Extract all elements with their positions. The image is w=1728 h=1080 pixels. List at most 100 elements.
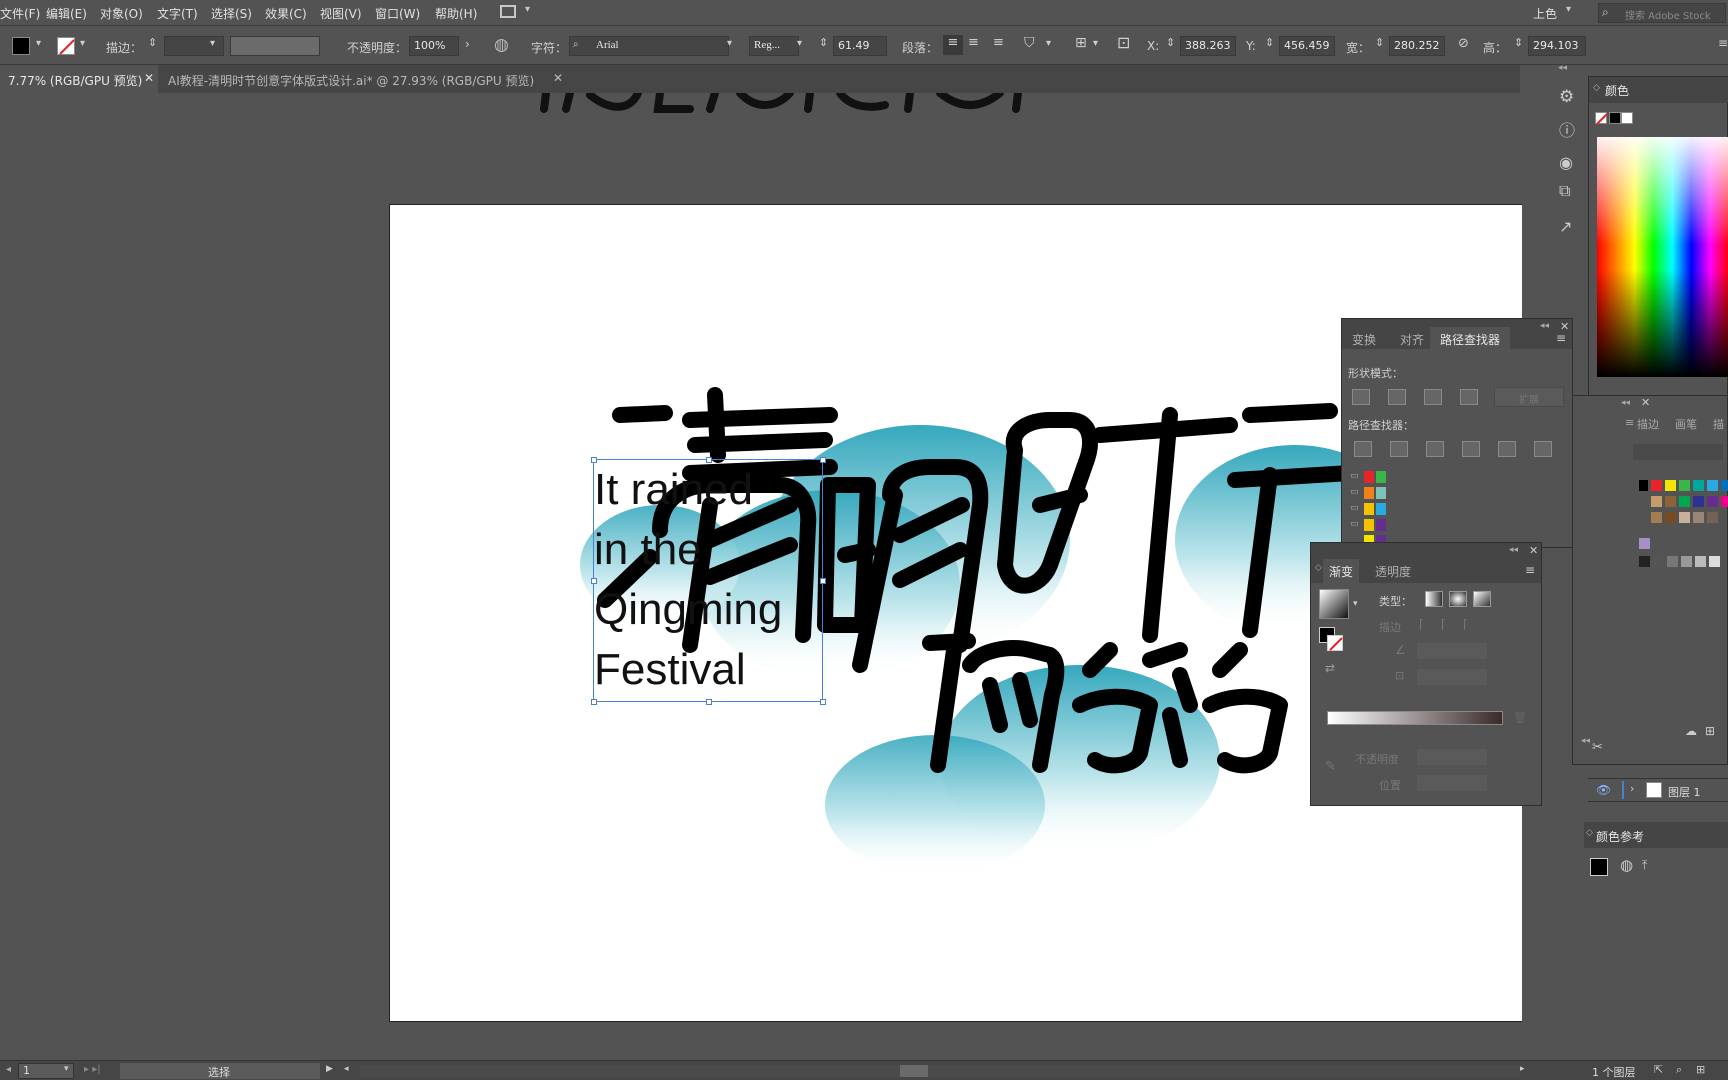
eyedropper-icon[interactable]: ✎ [1325,759,1336,774]
swatch-options-icon[interactable]: ⊞ [1705,724,1715,738]
collapse-icon[interactable]: ◂◂ [1509,545,1518,555]
location-field[interactable] [1417,775,1487,791]
x-field[interactable]: 388.263 [1180,36,1236,56]
outline-button[interactable] [1498,441,1516,457]
menu-file[interactable]: 文件(F) [0,5,40,22]
menu-view[interactable]: 视图(V) [320,5,362,22]
chevron-down-icon[interactable]: ▾ [525,4,530,15]
menu-type[interactable]: 文字(T) [157,5,198,22]
asset-export-icon[interactable]: ⧉ [1559,181,1570,201]
stepper-icon[interactable]: ⇕ [819,36,828,49]
tab-transparency[interactable]: 透明度 [1367,559,1419,583]
stock-search-field[interactable]: ⌕ 搜索 Adobe Stock [1598,3,1726,23]
panel-options-icon[interactable]: ◇ [1315,563,1322,573]
panel-menu-icon[interactable]: ≡ [1718,36,1728,50]
tab-symbols[interactable]: 描边 [1637,416,1659,432]
stepper-icon[interactable]: ⇕ [1166,36,1175,49]
stroke-along-icon[interactable]: ⌈ [1441,617,1446,631]
height-field[interactable]: 294.103 [1528,36,1586,56]
appearance-icon[interactable]: ◉ [1559,153,1573,172]
gradient-preview[interactable] [1319,589,1349,619]
white-swatch[interactable] [1621,112,1633,124]
menu-help[interactable]: 帮助(H) [435,5,477,22]
selection-handle[interactable] [706,699,712,705]
shape-builder-icon[interactable]: ⛉ [1024,35,1035,51]
canvas-area[interactable]: It rained in the Qingming Festival ▲ ▼ [0,93,1522,1063]
freeform-gradient-button[interactable] [1473,591,1491,607]
tab-document-1[interactable]: 7.77% (RGB/GPU 预览) ✕ [0,65,158,93]
prev-artboard-icon[interactable]: ◂ [6,1064,11,1075]
unite-button[interactable] [1352,389,1370,405]
recolor-icon[interactable]: ◍ [1620,856,1633,874]
scroll-left-icon[interactable]: ◂ [344,1064,349,1074]
reverse-gradient-icon[interactable]: ⇄ [1325,661,1335,675]
stroke-across-icon[interactable]: ⌈ [1463,617,1468,631]
gradient-slider[interactable] [1327,711,1503,725]
chevron-down-icon[interactable]: ▾ [36,38,41,49]
aspect-ratio-field[interactable] [1417,669,1487,685]
chevron-down-icon[interactable]: ▾ [727,38,732,49]
info-icon[interactable]: ⓘ [1559,117,1575,141]
exclude-button[interactable] [1460,389,1478,405]
stop-opacity-field[interactable] [1417,749,1487,765]
gear-icon[interactable]: ⚙ [1559,87,1574,107]
expand-arrow-icon[interactable]: › [1630,782,1634,795]
intersect-button[interactable] [1424,389,1442,405]
selection-handle[interactable] [591,457,597,463]
selection-handle[interactable] [591,699,597,705]
stroke-proxy[interactable] [1327,635,1343,651]
swatch-lilac[interactable] [1639,538,1650,549]
scroll-right-icon[interactable]: ▸ [1520,1064,1525,1074]
save-group-icon[interactable]: ⤒ [1642,858,1647,873]
minus-front-button[interactable] [1388,389,1406,405]
selection-handle[interactable] [820,578,826,584]
stroke-swatch[interactable] [57,37,75,55]
text-frame-content[interactable]: It rained in the Qingming Festival [594,460,822,700]
font-family-field[interactable]: ⌕ Arial [569,36,729,56]
minus-back-button[interactable] [1534,441,1552,457]
tab-pathfinder[interactable]: 路径查找器 [1430,327,1511,351]
chevron-down-icon[interactable]: ▾ [1046,38,1051,49]
panel-menu-icon[interactable]: ≡ [1525,563,1535,577]
tab-graphic-styles[interactable]: 描 [1713,416,1724,432]
align-right-icon[interactable]: ≡ [993,35,1004,50]
y-field[interactable]: 456.459 [1279,36,1335,56]
trim-button[interactable] [1390,441,1408,457]
new-layer-icon[interactable]: ⊞ [1696,1063,1705,1076]
close-icon[interactable]: ✕ [1641,396,1650,409]
arrange-documents-icon[interactable] [500,5,516,18]
status-field[interactable]: 选择 [120,1063,320,1079]
search-icon[interactable]: ⌕ [1676,1063,1682,1077]
layer-row[interactable]: 👁 › 图层 1 [1588,778,1728,802]
panel-menu-icon[interactable]: ≡ [1625,416,1634,429]
black-swatch[interactable] [1609,112,1621,124]
radial-gradient-button[interactable] [1449,591,1467,607]
recolor-artwork-icon[interactable]: ◍ [494,35,509,55]
chevron-down-icon[interactable]: ▾ [1093,38,1098,49]
chevron-down-icon[interactable]: ▾ [210,38,215,49]
chevron-down-icon[interactable]: ▾ [797,38,802,49]
selection-handle[interactable] [706,457,712,463]
menu-effect[interactable]: 效果(C) [265,5,307,22]
align-center-icon[interactable]: ≡ [968,35,979,50]
opacity-field[interactable]: 100% [409,36,459,56]
selection-handle[interactable] [591,578,597,584]
status-menu-arrow-icon[interactable]: ▶ [326,1064,333,1074]
tab-gradient[interactable]: 渐变 [1323,559,1360,583]
base-color-swatch[interactable] [1590,858,1608,876]
chevron-down-icon[interactable]: ▾ [80,38,85,49]
angle-field[interactable] [1417,643,1487,659]
align-objects-icon[interactable]: ⊞ [1075,35,1087,51]
chevron-right-icon[interactable]: › [465,37,470,51]
chevron-down-icon[interactable]: ▾ [64,1064,69,1074]
stepper-icon[interactable]: ⇕ [1265,36,1274,49]
panel-menu-icon[interactable]: ≡ [1556,331,1566,345]
close-icon[interactable]: ✕ [553,71,563,85]
collapse-icon[interactable]: ◂◂ [1621,398,1630,408]
chevron-down-icon[interactable]: ▾ [1566,4,1571,15]
menu-window[interactable]: 窗口(W) [375,5,420,22]
horizontal-scrollbar[interactable] [360,1065,1520,1077]
font-style-field[interactable]: Reg... [749,36,799,56]
color-panel-title[interactable]: 颜色 [1605,82,1629,99]
collapse-icon[interactable]: ◂◂ [1540,321,1549,331]
